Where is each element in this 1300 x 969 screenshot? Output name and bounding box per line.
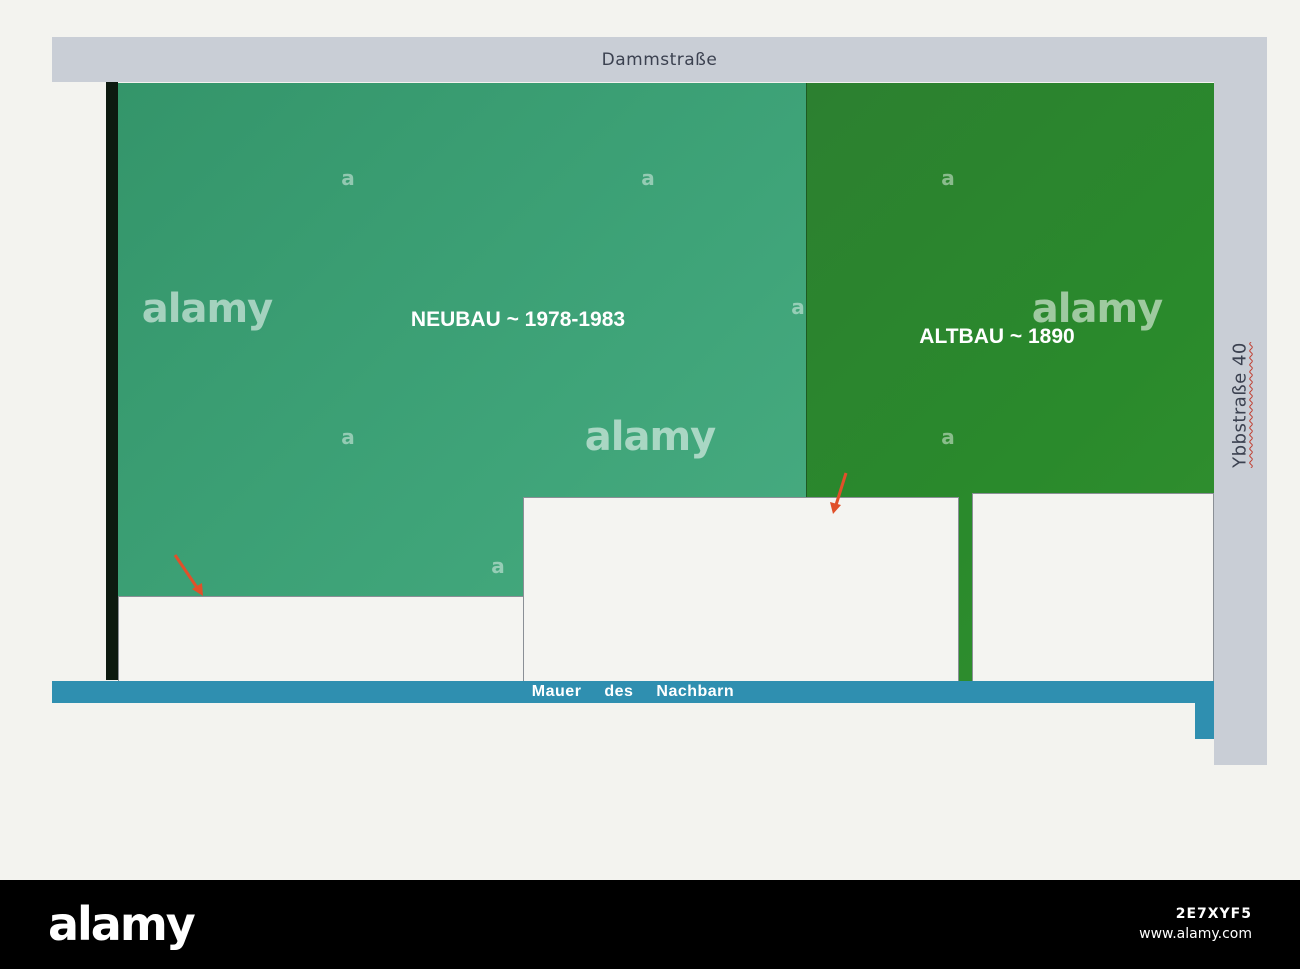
alamy-logo: alamy — [48, 897, 196, 951]
plot-boundary-edge — [106, 82, 118, 680]
watermark-mark: a — [341, 425, 355, 449]
watermark-mark: a — [341, 166, 355, 190]
street-ybbstrasse-label: Ybbstraße 40 — [1229, 342, 1251, 468]
courtyard-left — [118, 596, 525, 682]
neighbour-wall-corner — [1195, 681, 1214, 739]
courtyard-middle — [523, 497, 959, 682]
street-dammstrasse-label: Dammstraße — [601, 49, 718, 70]
banner-url: www.alamy.com — [1139, 926, 1252, 942]
image-id: 2E7XYF5 — [1175, 906, 1252, 922]
watermark-logo: alamy — [584, 414, 716, 460]
arrow-middle-icon — [828, 471, 852, 515]
watermark-logo: alamy — [1031, 286, 1163, 332]
watermark-mark: a — [641, 166, 655, 190]
street-dammstrasse: Dammstraße — [52, 37, 1267, 82]
neighbour-wall: Mauer des Nachbarn — [52, 681, 1214, 703]
arrow-left-icon — [172, 553, 208, 597]
neubau-label: NEUBAU ~ 1978-1983 — [410, 308, 626, 331]
watermark-mark: a — [791, 295, 805, 319]
watermark-logo: alamy — [141, 286, 273, 332]
courtyard-right — [972, 493, 1214, 682]
banner-reference: 2E7XYF5 www.alamy.com — [1139, 906, 1252, 942]
stock-banner: alamy 2E7XYF5 www.alamy.com — [0, 880, 1300, 969]
neighbour-wall-label: Mauer des Nachbarn — [531, 683, 735, 700]
watermark-mark: a — [941, 166, 955, 190]
watermark-mark: a — [491, 554, 505, 578]
watermark-mark: a — [941, 425, 955, 449]
